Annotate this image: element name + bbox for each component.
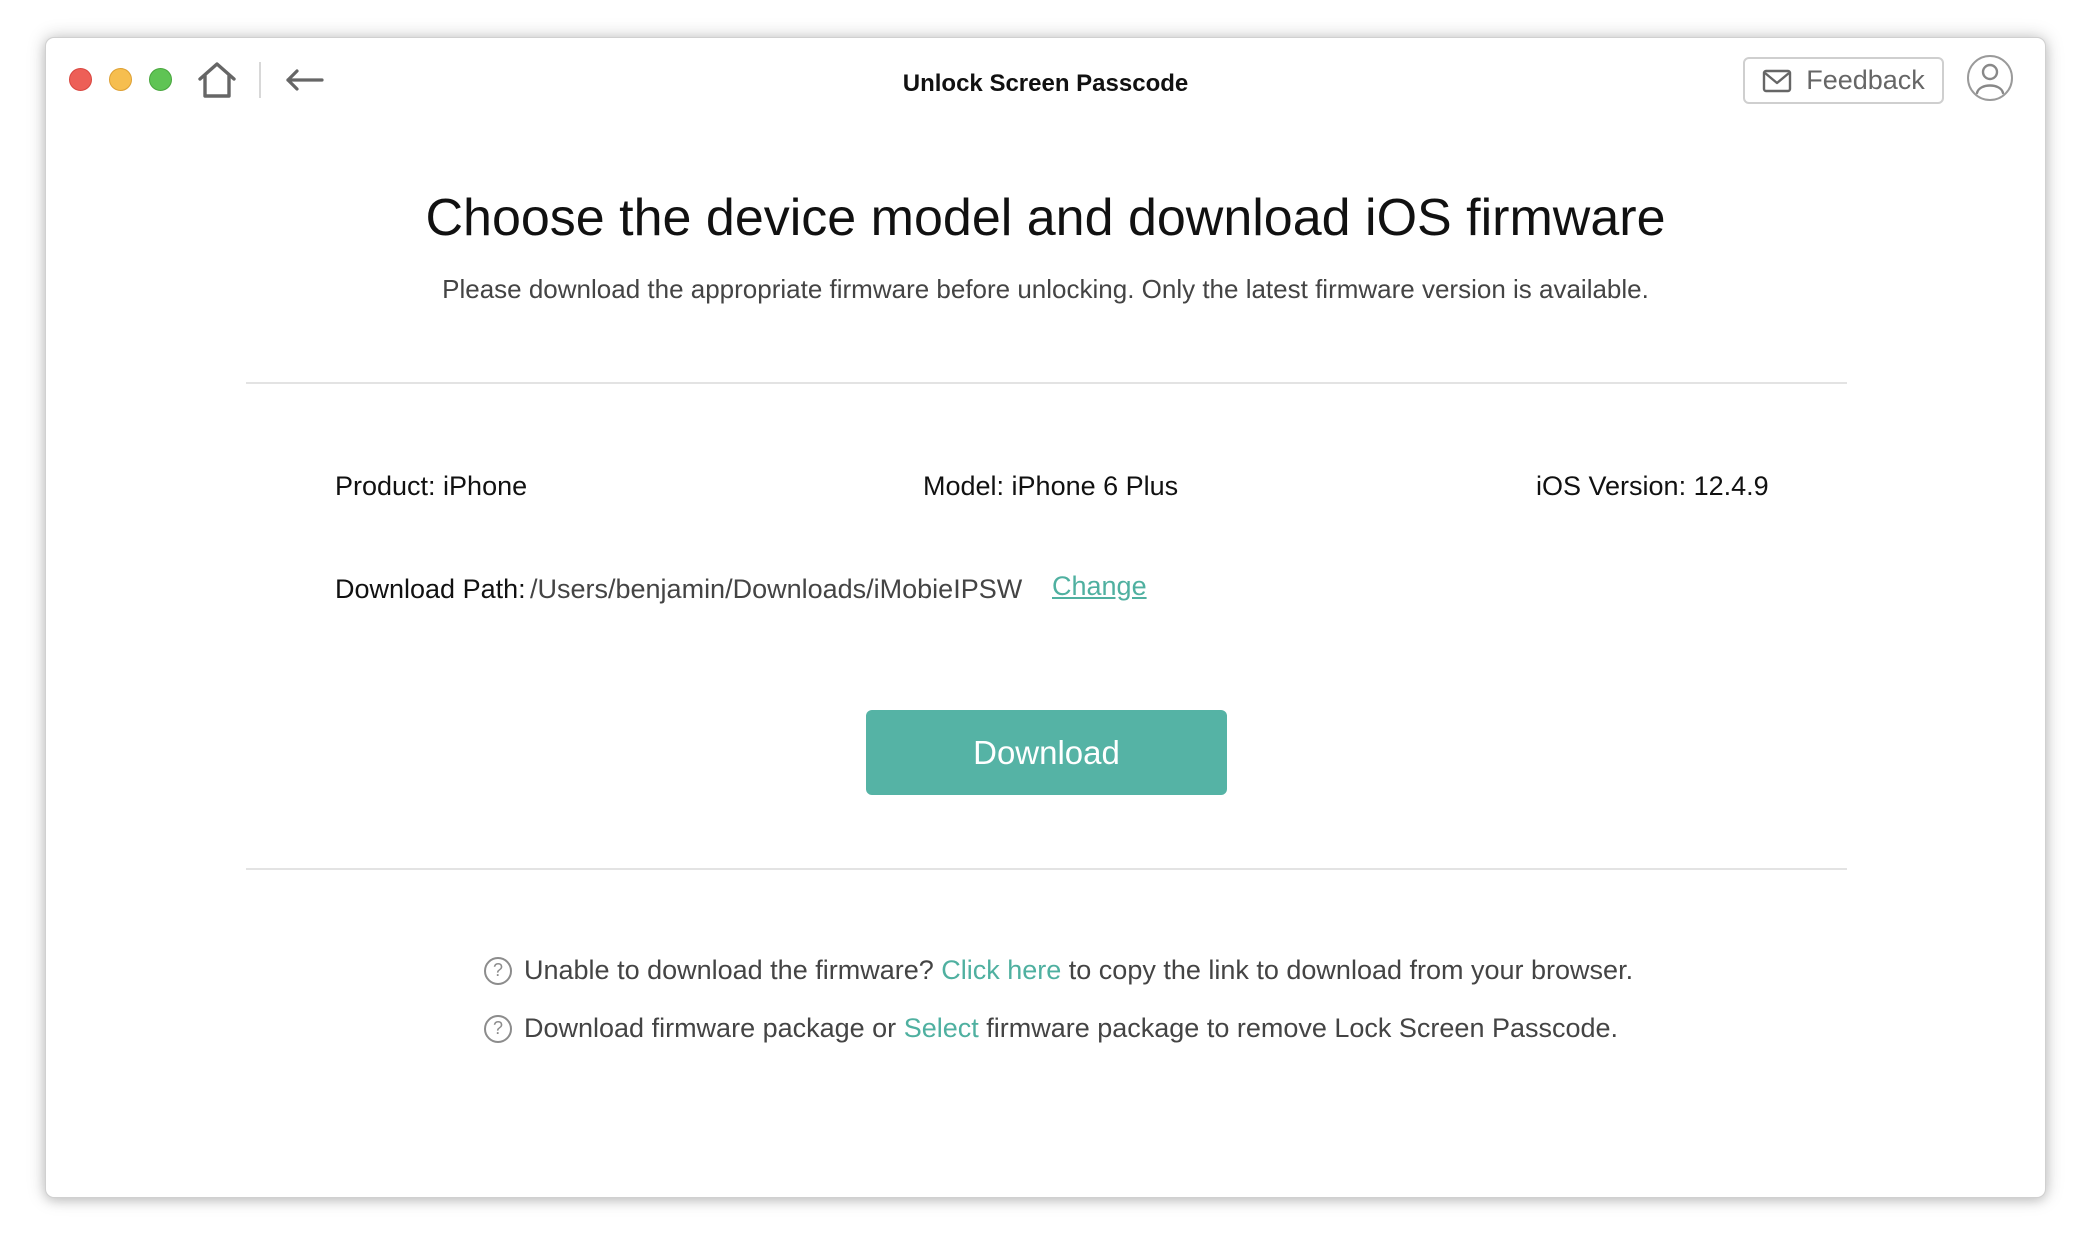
feedback-button[interactable]: Feedback [1743, 57, 1944, 104]
page-heading: Choose the device model and download iOS… [425, 189, 1666, 247]
user-account-button[interactable] [1967, 55, 2013, 101]
app-window: Unlock Screen Passcode Feedback Choose t… [45, 37, 2046, 1198]
click-here-link[interactable]: Click here [941, 955, 1061, 986]
bottom-divider [246, 868, 1847, 870]
help-text: to copy the link to download from your b… [1061, 955, 1634, 985]
product-info: Product: iPhone [335, 471, 528, 501]
download-path-value: /Users/benjamin/Downloads/iMobieIPSW [530, 574, 1023, 604]
feedback-label: Feedback [1806, 65, 1925, 95]
help-text: Unable to download the firmware? [524, 955, 942, 985]
user-avatar-icon [1975, 63, 2005, 95]
ios-version-info: iOS Version: 12.4.9 [1536, 471, 1769, 501]
download-button[interactable]: Download [866, 710, 1227, 795]
mail-icon [1763, 69, 1792, 92]
download-path-label: Download Path: [335, 574, 526, 604]
select-firmware-link[interactable]: Select [904, 1013, 979, 1044]
title-bar: Unlock Screen Passcode Feedback [46, 38, 2045, 128]
top-divider [246, 382, 1847, 384]
page-subheading: Please download the appropriate firmware… [442, 274, 1649, 304]
help-line-copy-link: ? Unable to download the firmware? Click… [484, 955, 1633, 986]
help-line-select-package: ? Download firmware package or Select fi… [484, 1013, 1618, 1044]
help-text: firmware package to remove Lock Screen P… [978, 1013, 1619, 1043]
help-text: Download firmware package or [524, 1013, 904, 1043]
question-icon: ? [484, 1014, 512, 1043]
change-path-link[interactable]: Change [1052, 571, 1147, 602]
model-info: Model: iPhone 6 Plus [923, 471, 1179, 501]
question-icon: ? [484, 956, 512, 985]
